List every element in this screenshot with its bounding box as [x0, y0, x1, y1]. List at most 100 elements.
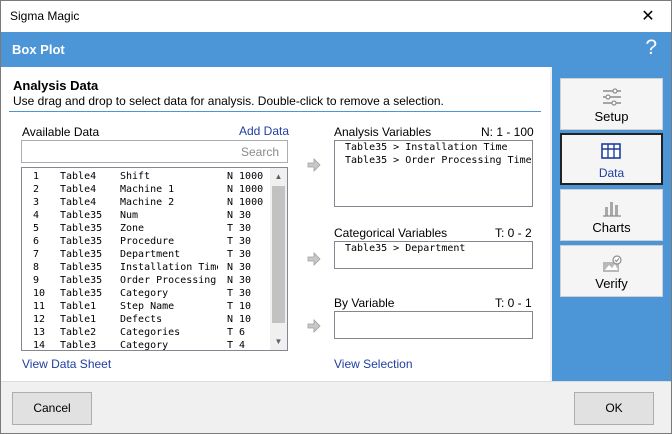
nav-charts-label: Charts [592, 220, 631, 235]
cancel-button[interactable]: Cancel [12, 392, 92, 425]
row-index: 5 [33, 223, 40, 234]
categorical-variables-range: T: 0 - 2 [495, 226, 532, 240]
search-input[interactable]: Search [21, 140, 288, 163]
row-variable: Defects [120, 314, 163, 325]
scroll-up-icon[interactable]: ▲ [270, 168, 287, 185]
row-type-count: T 30 [227, 223, 252, 234]
row-variable: Procedure [120, 236, 175, 247]
row-index: 3 [33, 197, 40, 208]
row-type-count: N 30 [227, 262, 252, 273]
row-table: Table4 [60, 197, 97, 208]
row-index: 1 [33, 171, 40, 182]
by-variable-range: T: 0 - 1 [495, 296, 532, 310]
row-type-count: T 6 [227, 327, 246, 338]
search-placeholder: Search [240, 145, 279, 159]
row-table: Table35 [60, 262, 103, 273]
row-variable: Shift [120, 171, 151, 182]
row-type-count: N 1000 [227, 171, 264, 182]
row-variable: Department [120, 249, 181, 260]
row-table: Table4 [60, 171, 97, 182]
row-type-count: N 30 [227, 275, 252, 286]
row-variable: Machine 2 [120, 197, 175, 208]
row-index: 7 [33, 249, 40, 260]
help-icon[interactable]: ? [645, 36, 657, 60]
categorical-variables-label: Categorical Variables [334, 226, 448, 240]
row-variable: Categories [120, 327, 181, 338]
move-to-by-variable-arrow-icon[interactable] [307, 319, 321, 333]
row-table: Table35 [60, 275, 103, 286]
close-icon[interactable]: ✕ [625, 1, 671, 32]
row-type-count: N 30 [227, 210, 252, 221]
view-selection-link[interactable]: View Selection [334, 357, 413, 371]
nav-setup-button[interactable]: Setup [560, 78, 663, 130]
row-type-count: N 1000 [227, 184, 264, 195]
row-variable: Machine 1 [120, 184, 175, 195]
row-type-count: T 30 [227, 249, 252, 260]
bar-chart-icon [603, 202, 621, 217]
categorical-variables-box[interactable]: Table35 > Department [334, 241, 533, 269]
row-index: 11 [33, 301, 46, 312]
row-table: Table4 [60, 184, 97, 195]
row-index: 13 [33, 327, 46, 338]
row-type-count: N 1000 [227, 197, 264, 208]
side-nav: Setup Data Charts Verify [552, 67, 671, 381]
row-type-count: T 30 [227, 288, 252, 299]
dialog-footer: Cancel OK [1, 381, 671, 433]
sliders-icon [603, 88, 621, 106]
row-index: 2 [33, 184, 40, 195]
section-divider [9, 111, 541, 112]
by-variable-box[interactable] [334, 311, 533, 339]
row-table: Table2 [60, 327, 97, 338]
row-type-count: T 4 [227, 340, 246, 351]
ok-button[interactable]: OK [574, 392, 654, 425]
scroll-down-icon[interactable]: ▼ [270, 333, 287, 350]
row-variable: Installation Time [120, 262, 218, 273]
row-variable: Category [120, 340, 169, 351]
analysis-variable-item[interactable]: Table35 > Installation Time [345, 142, 508, 153]
window-title: Sigma Magic [10, 9, 80, 23]
row-table: Table35 [60, 236, 103, 247]
row-index: 12 [33, 314, 46, 325]
add-data-link[interactable]: Add Data [239, 124, 289, 138]
nav-setup-label: Setup [594, 109, 629, 124]
analysis-data-panel: Analysis Data Use drag and drop to selec… [1, 67, 550, 381]
row-index: 14 [33, 340, 46, 351]
nav-verify-button[interactable]: Verify [560, 245, 663, 297]
row-table: Table35 [60, 223, 103, 234]
scroll-thumb[interactable] [272, 186, 285, 323]
row-table: Table35 [60, 249, 103, 260]
row-index: 10 [33, 288, 46, 299]
row-table: Table35 [60, 288, 103, 299]
dialog-title: Box Plot [12, 42, 65, 57]
row-table: Table35 [60, 210, 103, 221]
available-data-list[interactable]: 1 Table4 Shift N 1000 2 Table4 Machine 1 N 1000… [21, 167, 288, 351]
row-variable: Order Processing [120, 275, 217, 286]
row-type-count: T 10 [227, 301, 252, 312]
verify-icon [603, 255, 622, 272]
available-data-label: Available Data [22, 125, 100, 139]
title-bar: Sigma Magic ✕ [1, 1, 671, 32]
row-index: 6 [33, 236, 40, 247]
row-variable: Step Name [120, 301, 175, 312]
row-variable: Category [120, 288, 169, 299]
row-table: Table1 [60, 314, 97, 325]
row-type-count: N 10 [227, 314, 252, 325]
categorical-variable-item[interactable]: Table35 > Department [345, 243, 465, 254]
move-to-categorical-arrow-icon[interactable] [307, 252, 321, 266]
nav-data-label: Data [598, 166, 625, 180]
nav-charts-button[interactable]: Charts [560, 189, 663, 241]
analysis-variables-box[interactable]: Table35 > Installation Time Table35 > Or… [334, 140, 533, 207]
table-icon [601, 143, 621, 159]
analysis-variable-item[interactable]: Table35 > Order Processing Time [345, 155, 532, 166]
section-description: Use drag and drop to select data for ana… [13, 94, 444, 108]
analysis-variables-range: N: 1 - 100 [481, 125, 534, 139]
move-to-analysis-arrow-icon[interactable] [307, 158, 321, 172]
nav-data-button[interactable]: Data [560, 133, 663, 185]
row-type-count: T 30 [227, 236, 252, 247]
row-variable: Zone [120, 223, 145, 234]
view-data-sheet-link[interactable]: View Data Sheet [22, 357, 111, 371]
row-index: 4 [33, 210, 40, 221]
list-scrollbar[interactable]: ▲ ▼ [270, 168, 287, 350]
row-table: Table3 [60, 340, 97, 351]
row-table: Table1 [60, 301, 97, 312]
